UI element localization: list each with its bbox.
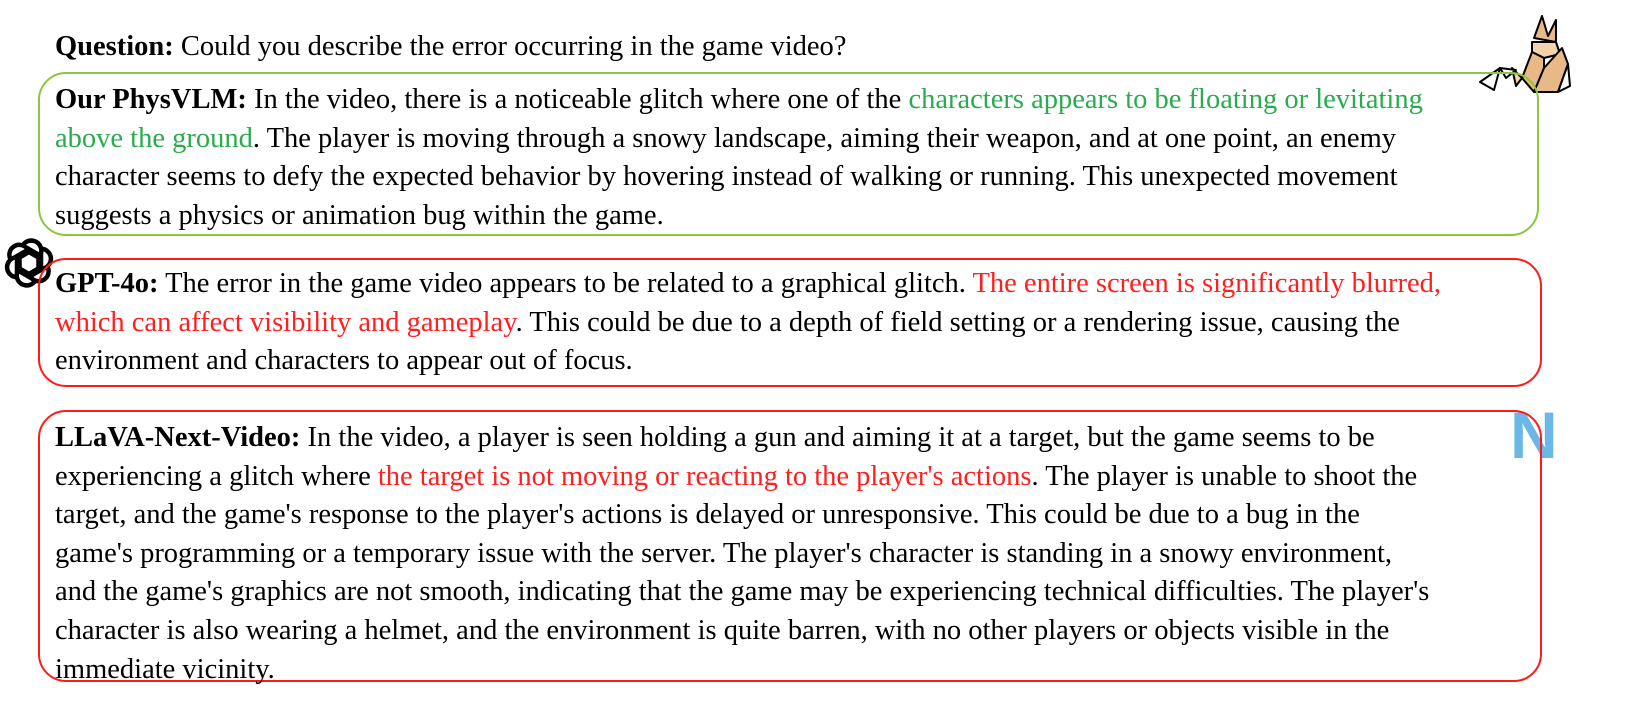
plain-text: suggests a physics or animation bug with… xyxy=(55,199,664,231)
plain-text: experiencing a glitch where xyxy=(55,460,378,492)
plain-text: In the video, there is a noticeable glit… xyxy=(246,84,909,115)
plain-text: target, and the game's response to the p… xyxy=(55,499,1360,531)
plain-text: The error in the game video appears to b… xyxy=(158,268,973,299)
answer-line: environment and characters to appear out… xyxy=(55,342,1441,381)
plain-text: . The player is unable to shoot the xyxy=(1031,460,1418,492)
highlight-text: above the ground xyxy=(55,122,253,154)
highlight-text: which can affect visibility and gameplay xyxy=(55,306,516,338)
answer-line: and the game's graphics are not smooth, … xyxy=(55,573,1429,612)
answer-line: which can affect visibility and gameplay… xyxy=(55,304,1441,343)
answer-line: immediate vicinity. xyxy=(55,651,1429,690)
answer-line: target, and the game's response to the p… xyxy=(55,496,1429,535)
plain-text: . The player is moving through a snowy l… xyxy=(252,122,1397,154)
answer-line: character is also wearing a helmet, and … xyxy=(55,612,1429,651)
model-label: LLaVA-Next-Video: xyxy=(55,422,301,453)
answer-line: above the ground. The player is moving t… xyxy=(55,120,1423,159)
answer-line: suggests a physics or animation bug with… xyxy=(55,197,1423,236)
answer-line: character seems to defy the expected beh… xyxy=(55,158,1423,197)
answer-line: Our PhysVLM: In the video, there is a no… xyxy=(55,81,1423,120)
plain-text: environment and characters to appear out… xyxy=(55,345,633,377)
answer-line: GPT-4o: The error in the game video appe… xyxy=(55,265,1441,304)
plain-text: immediate vicinity. xyxy=(55,653,275,685)
gpt4o-answer-text: GPT-4o: The error in the game video appe… xyxy=(55,265,1441,381)
model-label: Our PhysVLM: xyxy=(55,84,247,115)
llava-answer-text: LLaVA-Next-Video: In the video, a player… xyxy=(55,419,1429,689)
plain-text: character seems to defy the expected beh… xyxy=(55,161,1398,193)
question: Question: Could you describe the error o… xyxy=(55,28,1455,66)
plain-text: and the game's graphics are not smooth, … xyxy=(55,576,1430,608)
model-label: GPT-4o: xyxy=(55,268,159,299)
highlight-text: the target is not moving or reacting to … xyxy=(377,460,1032,492)
plain-text: character is also wearing a helmet, and … xyxy=(55,614,1390,646)
physvlm-answer-text: Our PhysVLM: In the video, there is a no… xyxy=(55,81,1423,235)
plain-text: In the video, a player is seen holding a… xyxy=(300,422,1375,453)
question-label: Question: xyxy=(55,31,174,62)
question-text: Could you describe the error occurring i… xyxy=(173,31,847,62)
plain-text: game's programming or a temporary issue … xyxy=(55,537,1392,569)
highlight-text: characters appears to be floating or lev… xyxy=(908,84,1423,115)
answer-line: LLaVA-Next-Video: In the video, a player… xyxy=(55,419,1429,458)
answer-line: experiencing a glitch where the target i… xyxy=(55,458,1429,497)
plain-text: . This could be due to a depth of field … xyxy=(515,306,1400,338)
highlight-text: The entire screen is significantly blurr… xyxy=(972,268,1442,299)
answer-line: game's programming or a temporary issue … xyxy=(55,535,1429,574)
